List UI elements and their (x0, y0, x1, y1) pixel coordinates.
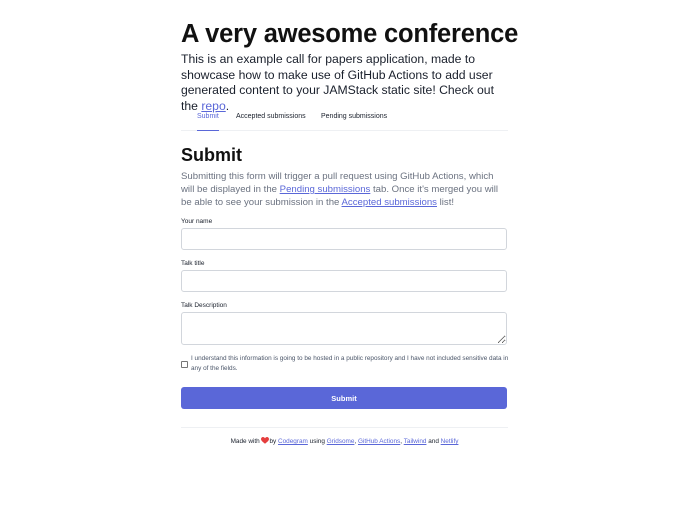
footer-using: using (309, 438, 325, 445)
footer-divider (181, 427, 508, 428)
footer-and: and (428, 438, 439, 445)
talk-description-label: Talk Description (181, 302, 227, 309)
section-description: Submitting this form will trigger a pull… (181, 170, 508, 209)
tab-pending-submissions[interactable]: Pending submissions (321, 113, 387, 131)
consent-label: I understand this information is going t… (191, 355, 509, 372)
talk-title-label: Talk title (181, 260, 205, 267)
netlify-link[interactable]: Netlify (441, 438, 459, 445)
gridsome-link[interactable]: Gridsome (327, 438, 355, 445)
tab-accepted-submissions[interactable]: Accepted submissions (236, 113, 306, 131)
submit-button[interactable]: Submit (181, 387, 507, 409)
footer-comma-2: , (400, 438, 403, 445)
talk-description-textarea[interactable] (181, 312, 507, 345)
tab-bar: Submit Accepted submissions Pending subm… (181, 107, 508, 131)
section-desc-part3: list! (436, 197, 455, 208)
accepted-submissions-link[interactable]: Accepted submissions (342, 197, 437, 208)
github-actions-link[interactable]: GitHub Actions (358, 438, 400, 445)
footer-by: by (269, 438, 277, 445)
section-title: Submit (181, 145, 242, 165)
tailwind-link[interactable]: Tailwind (404, 438, 427, 445)
footer-comma-1: , (354, 438, 357, 445)
talk-title-input[interactable] (181, 270, 507, 292)
pending-submissions-link[interactable]: Pending submissions (280, 184, 371, 195)
footer: Made with by Codegram using Gridsome, Gi… (181, 437, 508, 445)
footer-made-with: Made with (230, 438, 260, 445)
name-label: Your name (181, 218, 213, 225)
page-title: A very awesome conference (181, 20, 519, 48)
intro-paragraph: This is an example call for papers appli… (181, 52, 508, 114)
name-input[interactable] (181, 228, 507, 250)
tab-submit[interactable]: Submit (197, 113, 219, 131)
consent-checkbox[interactable] (181, 361, 188, 368)
codegram-link[interactable]: Codegram (278, 438, 308, 445)
